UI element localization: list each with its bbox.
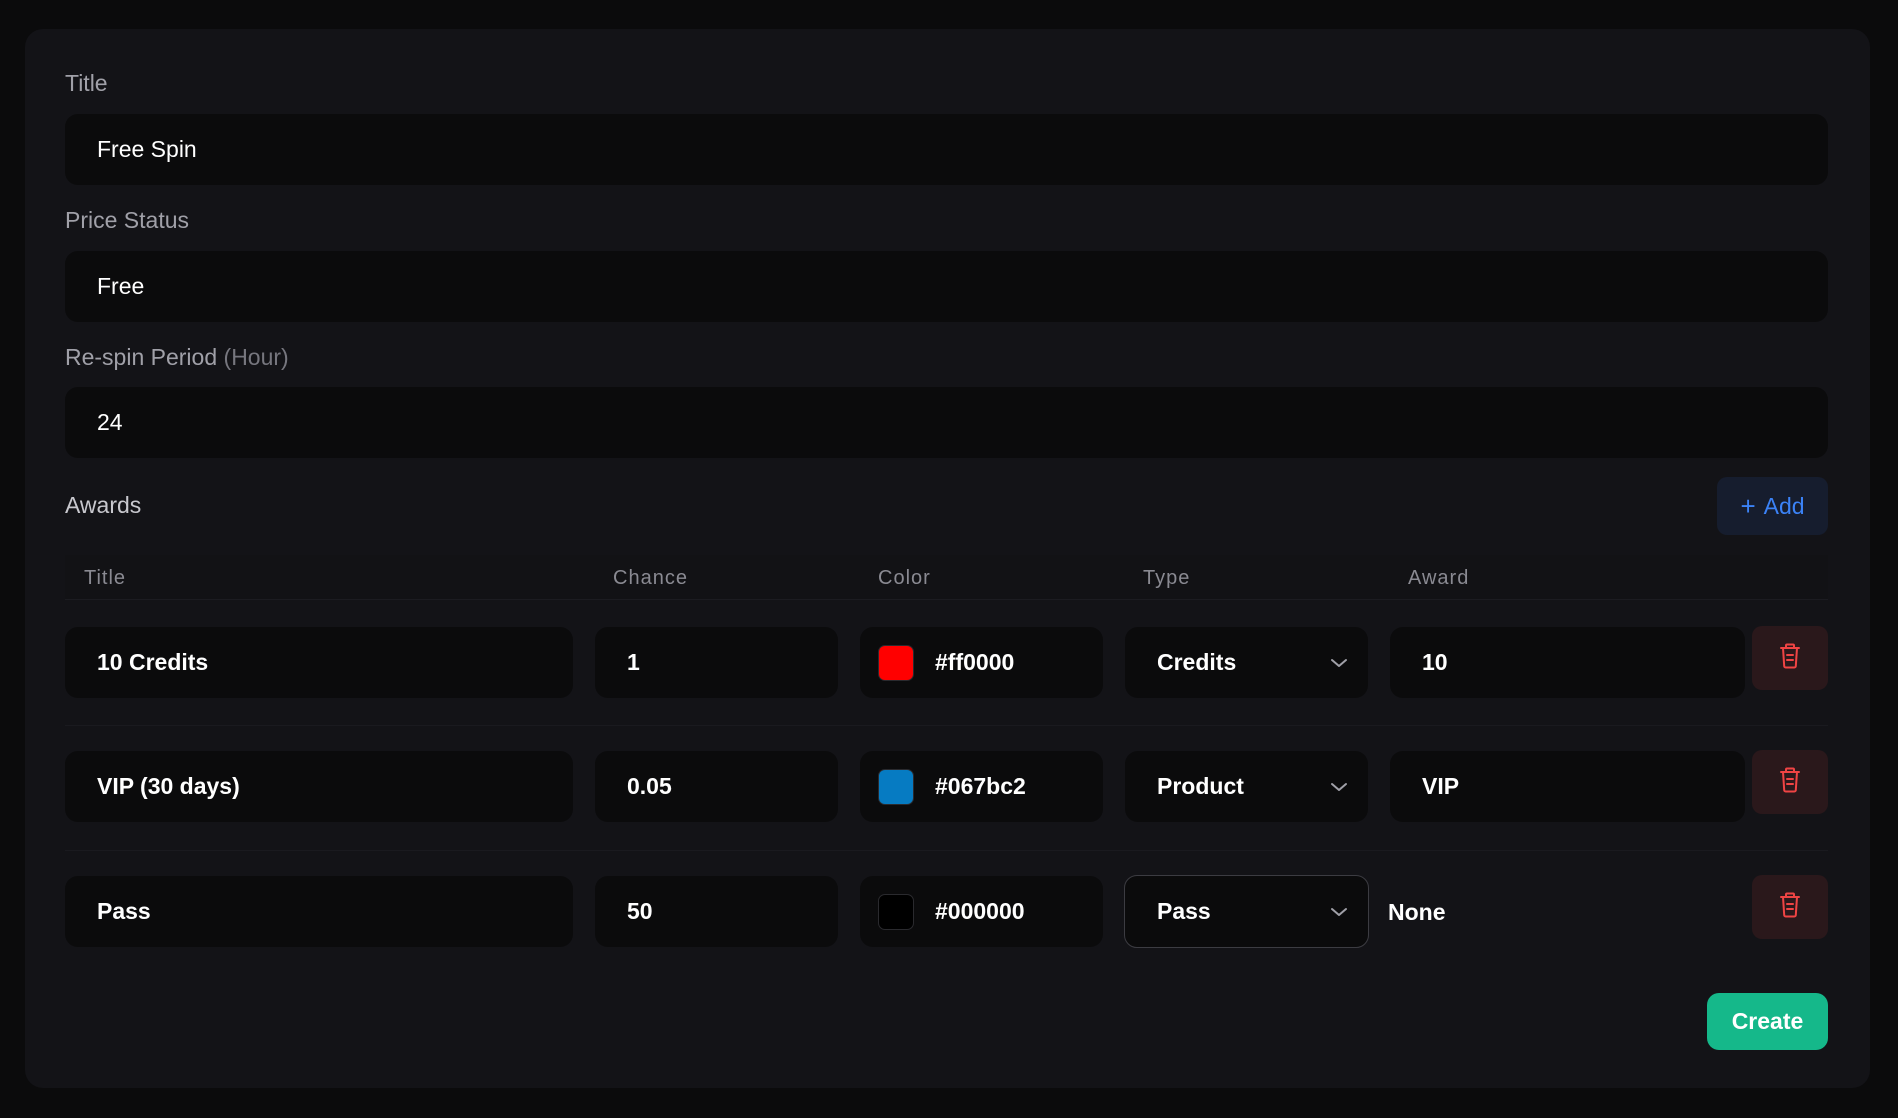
award-title-input[interactable]: VIP (30 days) bbox=[65, 751, 573, 822]
delete-award-button[interactable] bbox=[1752, 626, 1828, 690]
col-award: Award bbox=[1408, 567, 1470, 589]
trash-icon bbox=[1779, 767, 1801, 798]
price-status-input[interactable]: Free bbox=[65, 251, 1828, 322]
award-color-picker[interactable]: #067bc2 bbox=[860, 751, 1103, 822]
add-award-button[interactable]: + Add bbox=[1717, 477, 1828, 535]
row-divider bbox=[65, 850, 1828, 851]
respin-period-unit: (Hour) bbox=[223, 344, 289, 370]
award-chance-input[interactable]: 0.05 bbox=[595, 751, 838, 822]
create-button[interactable]: Create bbox=[1707, 993, 1828, 1050]
award-color-picker[interactable]: #000000 bbox=[860, 876, 1103, 947]
award-color-picker[interactable]: #ff0000 bbox=[860, 627, 1103, 698]
chevron-down-icon bbox=[1330, 657, 1348, 669]
award-title-input[interactable]: Pass bbox=[65, 876, 573, 947]
trash-icon bbox=[1779, 892, 1801, 923]
price-status-label: Price Status bbox=[65, 207, 189, 233]
award-type-value: Pass bbox=[1157, 898, 1211, 924]
award-type-select[interactable]: Pass bbox=[1124, 875, 1369, 948]
col-type: Type bbox=[1143, 567, 1191, 589]
color-swatch[interactable] bbox=[878, 644, 914, 681]
awards-label: Awards bbox=[65, 492, 142, 518]
delete-award-button[interactable] bbox=[1752, 875, 1828, 939]
award-value-text: None bbox=[1388, 899, 1446, 925]
award-type-value: Product bbox=[1157, 773, 1244, 799]
award-type-value: Credits bbox=[1157, 649, 1237, 675]
color-value: #ff0000 bbox=[935, 649, 1015, 675]
trash-icon bbox=[1779, 643, 1801, 674]
awards-table-header: Title Chance Color Type Award bbox=[65, 555, 1828, 600]
award-value-input[interactable]: 10 bbox=[1390, 627, 1745, 698]
chevron-down-icon bbox=[1330, 906, 1348, 918]
delete-award-button[interactable] bbox=[1752, 750, 1828, 814]
col-title: Title bbox=[84, 567, 127, 589]
award-title-input[interactable]: 10 Credits bbox=[65, 627, 573, 698]
award-type-select[interactable]: Credits bbox=[1125, 627, 1368, 698]
respin-period-label-text: Re-spin Period bbox=[65, 344, 218, 370]
row-divider bbox=[65, 725, 1828, 726]
color-value: #067bc2 bbox=[935, 773, 1026, 799]
chevron-down-icon bbox=[1330, 781, 1348, 793]
color-value: #000000 bbox=[935, 898, 1025, 924]
award-value-input[interactable]: VIP bbox=[1390, 751, 1745, 822]
col-chance: Chance bbox=[613, 567, 688, 589]
award-type-select[interactable]: Product bbox=[1125, 751, 1368, 822]
respin-period-input[interactable]: 24 bbox=[65, 387, 1828, 458]
add-award-label: Add bbox=[1763, 492, 1805, 519]
award-chance-input[interactable]: 50 bbox=[595, 876, 838, 947]
respin-period-label: Re-spin Period (Hour) bbox=[65, 344, 289, 371]
plus-icon: + bbox=[1740, 491, 1756, 521]
col-color: Color bbox=[878, 567, 931, 589]
title-input[interactable]: Free Spin bbox=[65, 114, 1828, 185]
color-swatch[interactable] bbox=[878, 893, 914, 930]
title-label: Title bbox=[65, 70, 108, 96]
color-swatch[interactable] bbox=[878, 768, 914, 805]
award-chance-input[interactable]: 1 bbox=[595, 627, 838, 698]
